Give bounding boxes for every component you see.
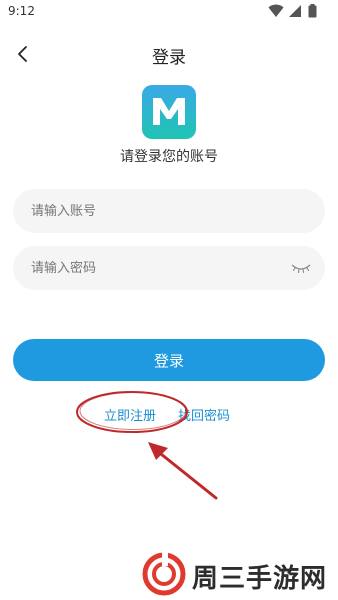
account-field	[13, 189, 325, 233]
watermark-logo-icon	[142, 552, 186, 596]
password-visibility-toggle[interactable]	[291, 260, 311, 274]
password-field	[13, 246, 325, 290]
app-logo	[142, 85, 196, 139]
password-input[interactable]	[31, 246, 281, 290]
status-icons	[268, 4, 328, 18]
battery-icon	[308, 4, 317, 18]
status-time: 9:12	[8, 4, 35, 18]
nav-bar: 登录	[0, 36, 338, 72]
app-logo-icon	[142, 85, 196, 139]
eye-closed-icon	[291, 264, 311, 274]
account-input[interactable]	[31, 189, 281, 233]
login-button[interactable]: 登录	[13, 339, 325, 381]
status-bar: 9:12	[0, 0, 338, 24]
signal-icon	[289, 5, 301, 17]
login-subtitle: 请登录您的账号	[120, 149, 218, 165]
annotation-arrow	[148, 442, 218, 500]
wifi-icon	[268, 4, 284, 17]
annotation-circle	[76, 391, 188, 433]
watermark-text: 周三手游网	[192, 564, 328, 594]
watermark: 周三手游网	[142, 552, 338, 596]
page-title: 登录	[152, 48, 186, 68]
